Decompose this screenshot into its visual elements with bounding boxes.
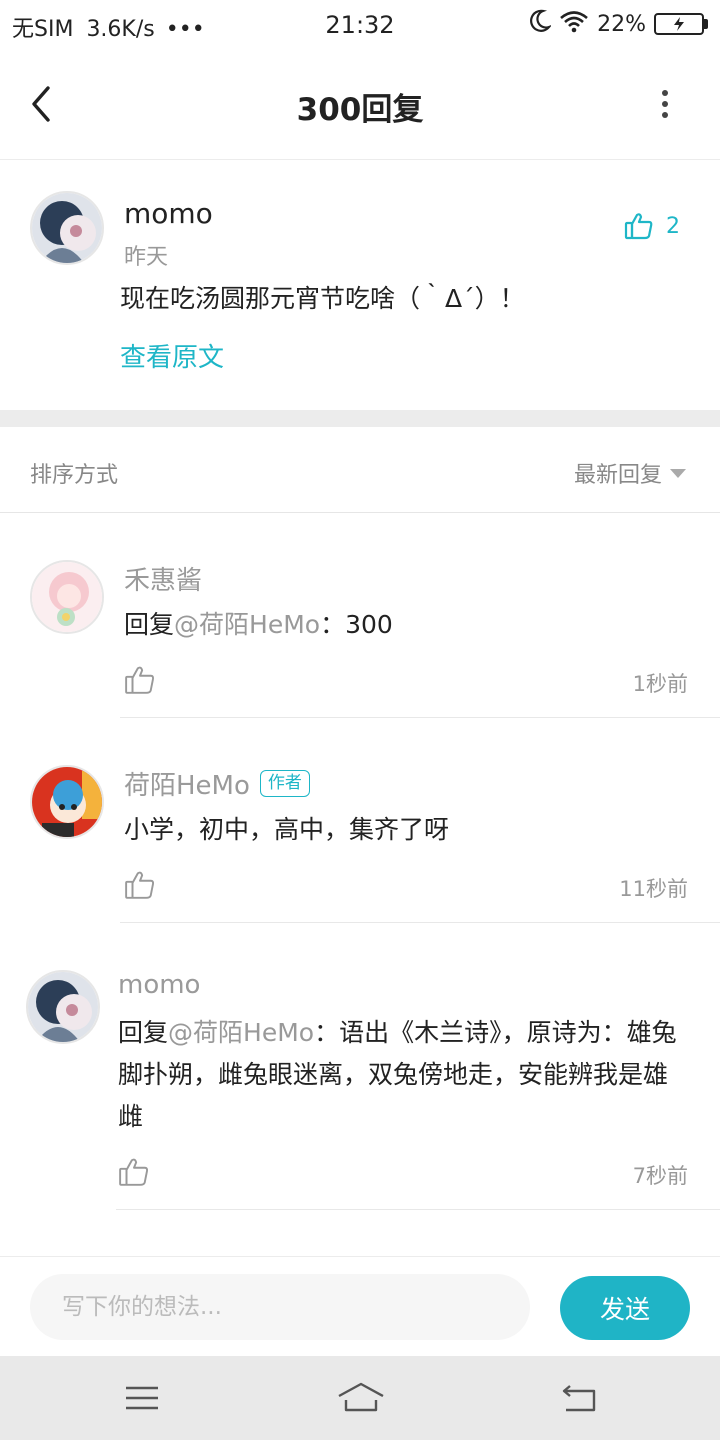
reply-time: 1秒前 bbox=[632, 672, 688, 696]
system-nav-bar bbox=[0, 1356, 720, 1440]
home-button[interactable] bbox=[336, 1380, 386, 1416]
avatar[interactable] bbox=[26, 970, 100, 1044]
reply-prefix: 回复 bbox=[118, 1018, 169, 1047]
battery-percent: 22% bbox=[597, 11, 646, 37]
thumbs-up-icon bbox=[125, 871, 155, 899]
status-bar: 无SIM 3.6K/s ••• 21:32 22% bbox=[0, 0, 720, 50]
comment-input[interactable] bbox=[30, 1274, 530, 1340]
menu-button[interactable] bbox=[122, 1380, 162, 1416]
top-nav: 300回复 bbox=[0, 50, 720, 160]
sort-value-label: 最新回复 bbox=[573, 463, 662, 488]
reply-prefix: 回复 bbox=[124, 610, 175, 639]
comment-input-bar: 发送 bbox=[0, 1256, 720, 1356]
reply-item: 荷陌HeMo 作者 小学，初中，高中，集齐了呀 11秒前 bbox=[0, 765, 720, 923]
home-icon bbox=[338, 1382, 384, 1412]
reply-body: 小学，初中，高中，集齐了呀 bbox=[124, 809, 684, 851]
divider bbox=[116, 1209, 720, 1210]
post-author[interactable]: momo bbox=[124, 197, 213, 230]
more-button[interactable] bbox=[650, 82, 680, 126]
post-time: 昨天 bbox=[124, 245, 169, 270]
divider bbox=[120, 922, 720, 923]
reply-item: momo 回复@荷陌HeMo：语出《木兰诗》，原诗为：雄兔脚扑朔，雌兔眼迷离，双… bbox=[0, 970, 720, 1210]
reply-like-button[interactable] bbox=[118, 1156, 150, 1188]
reply-author[interactable]: 禾惠酱 bbox=[124, 560, 202, 597]
view-original-link[interactable]: 查看原文 bbox=[120, 337, 224, 374]
reply-like-button[interactable] bbox=[124, 664, 156, 696]
thumbs-up-icon bbox=[125, 666, 155, 694]
reply-author[interactable]: 荷陌HeMo 作者 bbox=[124, 765, 310, 802]
menu-icon bbox=[126, 1386, 158, 1410]
moon-icon bbox=[529, 9, 553, 39]
reply-author[interactable]: momo bbox=[118, 970, 200, 1000]
section-divider bbox=[0, 410, 720, 427]
reply-text: ：300 bbox=[320, 610, 393, 639]
post-like-button[interactable]: 2 bbox=[624, 211, 680, 241]
reply-body: 回复@荷陌HeMo：300 bbox=[124, 604, 684, 646]
reply-author-name: momo bbox=[118, 970, 201, 1000]
avatar[interactable] bbox=[30, 191, 104, 265]
reply-body: 回复@荷陌HeMo：语出《木兰诗》，原诗为：雄兔脚扑朔，雌兔眼迷离，双兔傍地走，… bbox=[118, 1012, 684, 1138]
thumbs-up-icon bbox=[119, 1158, 149, 1186]
return-icon bbox=[562, 1385, 596, 1412]
wifi-icon bbox=[559, 9, 589, 39]
sort-row: 排序方式 最新回复 bbox=[0, 427, 720, 513]
page-title: 300回复 bbox=[296, 92, 424, 128]
reply-item: 禾惠酱 回复@荷陌HeMo：300 1秒前 bbox=[0, 560, 720, 718]
avatar[interactable] bbox=[30, 765, 104, 839]
reply-mention[interactable]: @荷陌HeMo bbox=[174, 610, 320, 639]
status-right: 22% bbox=[529, 9, 708, 39]
avatar[interactable] bbox=[30, 560, 104, 634]
reply-author-name: 禾惠酱 bbox=[124, 566, 203, 596]
post-text: 现在吃汤圆那元宵节吃啥（｀Δ´）！ bbox=[120, 284, 525, 313]
more-vertical-icon bbox=[662, 90, 668, 118]
caret-down-icon bbox=[670, 468, 686, 478]
author-badge: 作者 bbox=[259, 770, 310, 797]
sort-dropdown[interactable]: 最新回复 bbox=[574, 457, 686, 489]
original-post: momo 昨天 现在吃汤圆那元宵节吃啥（｀Δ´）！ 查看原文 2 bbox=[0, 161, 720, 410]
reply-text: 小学，初中，高中，集齐了呀 bbox=[124, 815, 450, 844]
reply-time: 11秒前 bbox=[619, 877, 688, 901]
thumbs-up-icon bbox=[624, 213, 653, 240]
send-button[interactable]: 发送 bbox=[560, 1276, 690, 1340]
post-like-count: 2 bbox=[666, 213, 680, 239]
back-nav-button[interactable] bbox=[560, 1380, 600, 1416]
reply-like-button[interactable] bbox=[124, 869, 156, 901]
reply-mention[interactable]: @荷陌HeMo bbox=[168, 1018, 314, 1047]
reply-author-name: 荷陌HeMo bbox=[124, 771, 250, 801]
battery-icon bbox=[654, 13, 708, 35]
divider bbox=[120, 717, 720, 718]
reply-time: 7秒前 bbox=[632, 1164, 688, 1188]
sort-label: 排序方式 bbox=[30, 463, 119, 488]
